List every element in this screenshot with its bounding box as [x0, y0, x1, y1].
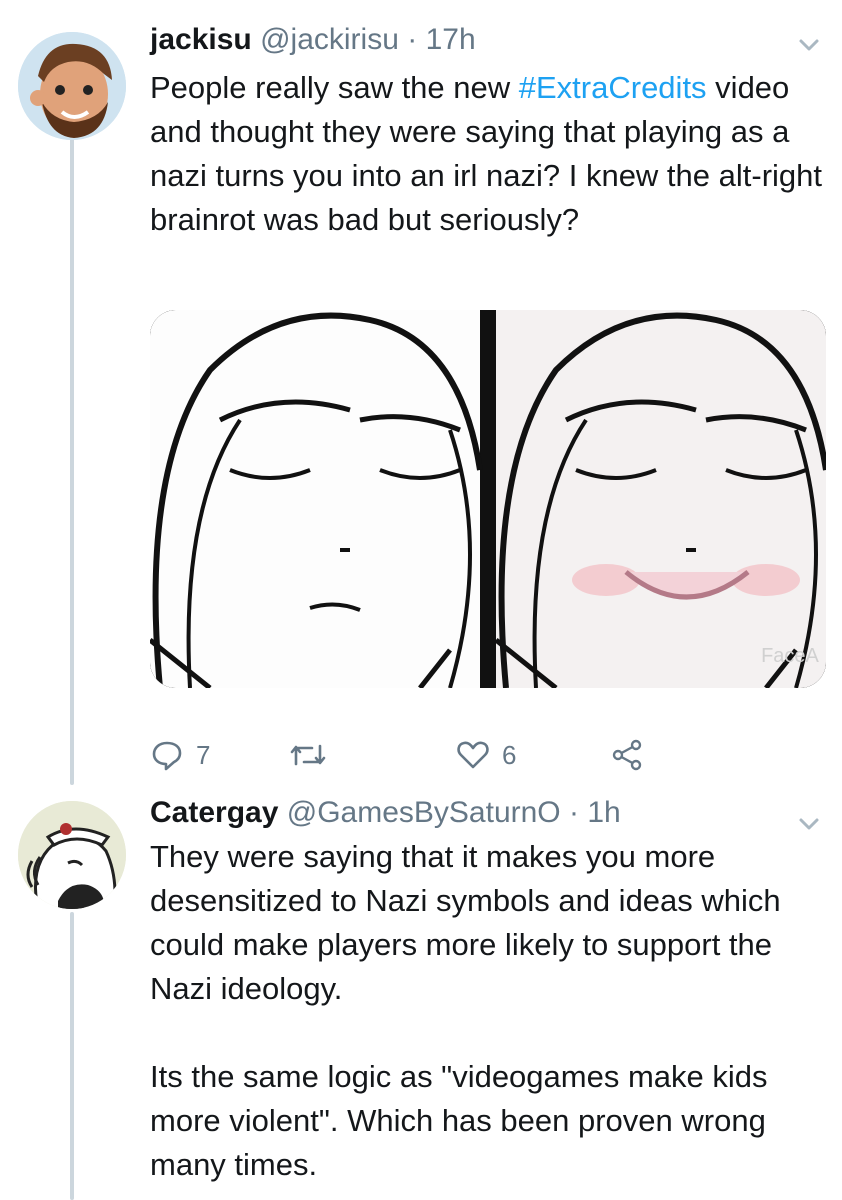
tweet-media[interactable]: FaceA [150, 310, 826, 688]
avatar[interactable] [18, 32, 126, 140]
tweet-1[interactable]: jackisu @jackirisu · 17h People really s… [0, 22, 842, 782]
separator: · [407, 23, 418, 56]
right-face [494, 310, 826, 688]
user-handle[interactable]: @GamesBySaturnO [287, 796, 561, 829]
tweet-text-start: People really saw the new [150, 70, 519, 105]
tweet-header: Catergay @GamesBySaturnO · 1h [150, 795, 621, 831]
tweet-header: jackisu @jackirisu · 17h [150, 22, 476, 58]
tweet-text: They were saying that it makes you more … [150, 835, 830, 1187]
tweet-text: People really saw the new #ExtraCredits … [150, 66, 830, 242]
like-count: 6 [502, 739, 517, 770]
avatar-image [18, 32, 126, 140]
reply-button[interactable]: 7 [150, 730, 210, 780]
like-button[interactable]: 6 [456, 730, 516, 780]
display-name[interactable]: Catergay [150, 796, 278, 829]
timestamp[interactable]: 17h [426, 23, 476, 56]
user-handle[interactable]: @jackirisu [260, 23, 399, 56]
hashtag-link[interactable]: #ExtraCredits [519, 70, 707, 105]
avatar[interactable] [18, 801, 126, 909]
media-watermark: FaceA [761, 645, 819, 667]
tweet-paragraph: They were saying that it makes you more … [150, 839, 781, 1006]
like-icon [457, 741, 489, 769]
retweet-button[interactable] [288, 730, 340, 780]
chevron-down-icon[interactable] [794, 30, 824, 60]
tweet-paragraph: Its the same logic as "videogames make k… [150, 1059, 768, 1182]
retweet-icon [290, 744, 326, 766]
share-icon [612, 739, 642, 771]
reply-count: 7 [196, 739, 211, 770]
tweet-2[interactable]: Catergay @GamesBySaturnO · 1h They were … [0, 795, 842, 1200]
left-face [150, 310, 483, 688]
media-image: FaceA [150, 310, 826, 688]
reply-icon [152, 741, 182, 771]
display-name[interactable]: jackisu [150, 23, 252, 56]
separator: · [568, 796, 579, 829]
tweet-actions: 7 6 [150, 730, 710, 780]
share-button[interactable] [610, 730, 644, 780]
timestamp[interactable]: 1h [587, 796, 620, 829]
avatar-image [18, 801, 126, 909]
